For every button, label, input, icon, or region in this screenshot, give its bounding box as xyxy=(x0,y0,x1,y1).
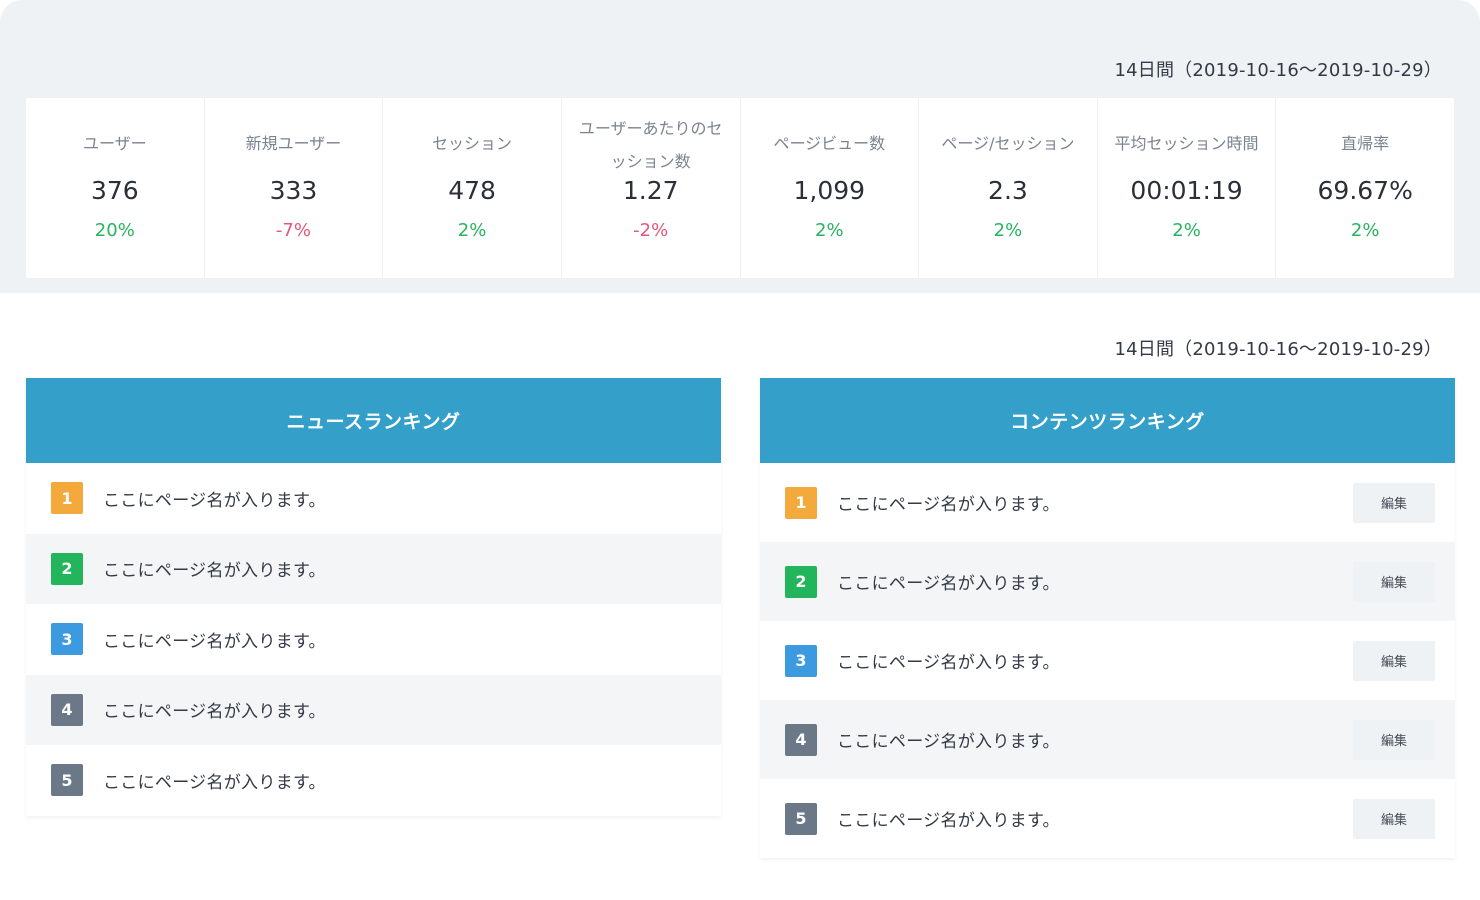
stat-label: ユーザーあたりのセッション数 xyxy=(578,119,723,171)
content-ranking-panel: コンテンツランキング 1 ここにページ名が入ります。 編集 2 ここにページ名が… xyxy=(760,378,1455,858)
stat-value: 333 xyxy=(269,176,318,205)
stat-value: 1.27 xyxy=(622,176,679,205)
stat-change: -2% xyxy=(633,220,669,241)
page-name[interactable]: ここにページ名が入ります。 xyxy=(837,727,1060,752)
rank-badge: 3 xyxy=(785,644,817,677)
rank-badge: 5 xyxy=(51,764,83,797)
edit-button[interactable]: 編集 xyxy=(1353,561,1435,602)
rank-badge: 1 xyxy=(51,482,83,515)
list-item[interactable]: 5 ここにページ名が入ります。 xyxy=(26,745,721,816)
news-ranking-title: ニュースランキング xyxy=(26,378,721,463)
stat-change: 2% xyxy=(1350,220,1380,241)
stat-label: セッション xyxy=(432,134,513,153)
edit-button[interactable]: 編集 xyxy=(1353,640,1435,681)
stat-pages-per-session: ページ/セッション 2.3 2% xyxy=(919,98,1098,278)
stat-value: 2.3 xyxy=(988,176,1028,205)
list-item[interactable]: 4 ここにページ名が入ります。 編集 xyxy=(760,700,1455,779)
rank-badge: 4 xyxy=(51,693,83,726)
page-name[interactable]: ここにページ名が入ります。 xyxy=(103,697,326,722)
list-item[interactable]: 2 ここにページ名が入ります。 編集 xyxy=(760,542,1455,621)
stat-value: 478 xyxy=(448,176,496,205)
list-item[interactable]: 1 ここにページ名が入ります。 編集 xyxy=(760,463,1455,542)
stat-label: ページビュー数 xyxy=(773,134,886,153)
page-name[interactable]: ここにページ名が入ります。 xyxy=(103,556,326,581)
stat-bounce-rate: 直帰率 69.67% 2% xyxy=(1276,98,1454,278)
stat-change: 2% xyxy=(815,220,844,241)
page-name[interactable]: ここにページ名が入ります。 xyxy=(103,486,326,511)
edit-button[interactable]: 編集 xyxy=(1353,719,1435,760)
list-item[interactable]: 1 ここにページ名が入ります。 xyxy=(26,463,721,534)
stat-change: 2% xyxy=(1172,220,1201,241)
stat-change: 2% xyxy=(457,220,487,241)
stat-label: 直帰率 xyxy=(1341,134,1390,153)
stat-value: 69.67% xyxy=(1317,176,1413,205)
news-ranking-list: 1 ここにページ名が入ります。 2 ここにページ名が入ります。 3 ここにページ… xyxy=(26,463,721,816)
stat-new-users: 新規ユーザー 333 -7% xyxy=(205,98,384,278)
rank-badge: 4 xyxy=(785,723,817,756)
summary-period-label: 14日間（2019-10-16〜2019-10-29） xyxy=(1114,60,1442,81)
stat-label: 新規ユーザー xyxy=(245,134,342,153)
stat-value: 00:01:19 xyxy=(1130,176,1243,205)
list-item[interactable]: 2 ここにページ名が入ります。 xyxy=(26,533,721,604)
stat-change: 20% xyxy=(94,220,135,241)
page-name[interactable]: ここにページ名が入ります。 xyxy=(837,490,1060,515)
stat-label: 平均セッション時間 xyxy=(1114,134,1259,153)
stat-label: ページ/セッション xyxy=(941,134,1075,153)
page-name[interactable]: ここにページ名が入ります。 xyxy=(103,768,326,793)
stat-change: -7% xyxy=(275,220,311,241)
content-ranking-list: 1 ここにページ名が入ります。 編集 2 ここにページ名が入ります。 編集 3 … xyxy=(760,463,1455,858)
stat-value: 1,099 xyxy=(793,176,866,205)
stat-value: 376 xyxy=(90,176,139,205)
rank-badge: 2 xyxy=(785,565,817,598)
stat-sessions-per-user: ユーザーあたりのセッション数 1.27 -2% xyxy=(562,98,741,278)
rank-badge: 2 xyxy=(51,552,83,585)
stat-change: 2% xyxy=(993,220,1023,241)
edit-button[interactable]: 編集 xyxy=(1353,482,1435,523)
rank-badge: 1 xyxy=(785,486,817,519)
list-item[interactable]: 3 ここにページ名が入ります。 編集 xyxy=(760,621,1455,700)
stat-sessions: セッション 478 2% xyxy=(383,98,562,278)
edit-button[interactable]: 編集 xyxy=(1353,798,1435,839)
page-name[interactable]: ここにページ名が入ります。 xyxy=(837,806,1060,831)
page-name[interactable]: ここにページ名が入ります。 xyxy=(103,627,326,652)
list-item[interactable]: 4 ここにページ名が入ります。 xyxy=(26,674,721,745)
news-ranking-panel: ニュースランキング 1 ここにページ名が入ります。 2 ここにページ名が入ります… xyxy=(26,378,721,816)
ranking-period-label: 14日間（2019-10-16〜2019-10-29） xyxy=(1114,339,1442,360)
content-ranking-title: コンテンツランキング xyxy=(760,378,1455,463)
page-name[interactable]: ここにページ名が入ります。 xyxy=(837,648,1060,673)
page-name[interactable]: ここにページ名が入ります。 xyxy=(837,569,1060,594)
stat-users: ユーザー 376 20% xyxy=(26,98,205,278)
stats-bar: ユーザー 376 20% 新規ユーザー 333 -7% セッション 478 2%… xyxy=(26,98,1454,278)
stat-pageviews: ページビュー数 1,099 2% xyxy=(741,98,920,278)
list-item[interactable]: 5 ここにページ名が入ります。 編集 xyxy=(760,779,1455,858)
stat-label: ユーザー xyxy=(82,134,147,153)
rank-badge: 5 xyxy=(785,802,817,835)
list-item[interactable]: 3 ここにページ名が入ります。 xyxy=(26,604,721,675)
rank-badge: 3 xyxy=(51,623,83,656)
stat-avg-session-duration: 平均セッション時間 00:01:19 2% xyxy=(1098,98,1277,278)
